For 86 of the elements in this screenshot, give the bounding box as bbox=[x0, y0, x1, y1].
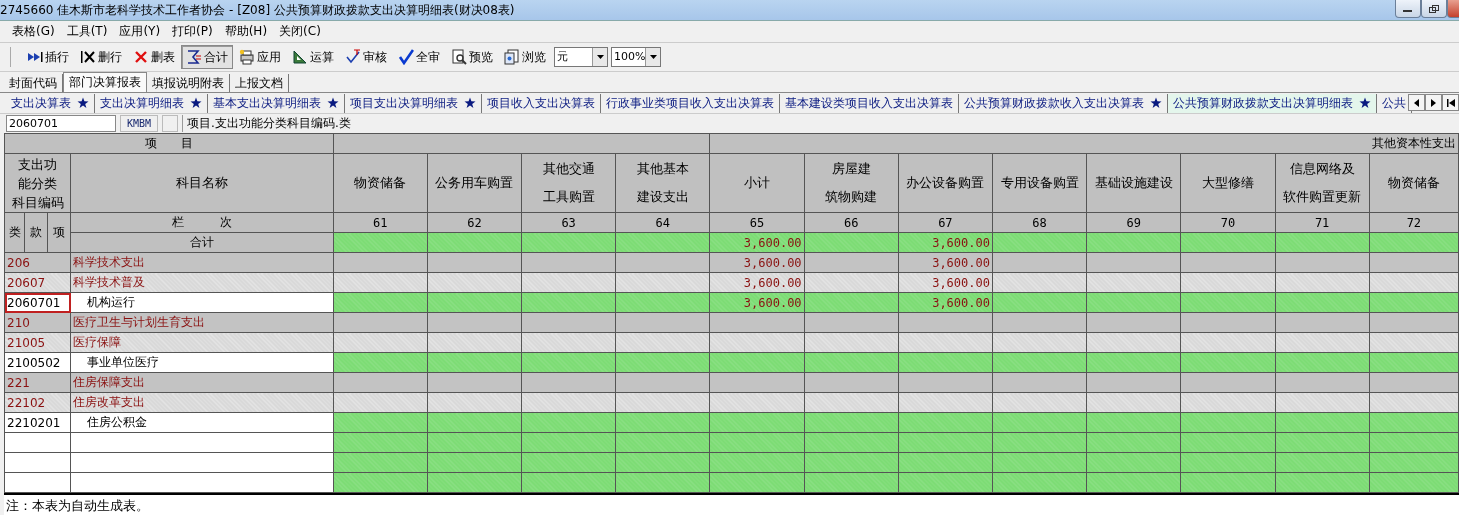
formula-box bbox=[162, 115, 179, 132]
table-cell[interactable]: 206 bbox=[4, 252, 71, 273]
cell-address-field[interactable]: 2060701 bbox=[6, 115, 116, 132]
star-icon bbox=[327, 97, 339, 109]
table-cell[interactable]: 20607 bbox=[4, 272, 71, 293]
delete-row-icon bbox=[80, 49, 96, 65]
scroll-right-button[interactable] bbox=[1425, 94, 1442, 111]
toolbar-button[interactable]: 审核 bbox=[340, 45, 392, 69]
preview-icon bbox=[451, 49, 467, 65]
close-icon bbox=[133, 49, 149, 65]
star-icon bbox=[1359, 97, 1371, 109]
column-header: 房屋建筑物购建 bbox=[804, 153, 899, 213]
toolbar-button[interactable]: 应用 bbox=[234, 45, 286, 69]
minimize-button[interactable] bbox=[1395, 0, 1421, 18]
column-header: 信息网络及软件购置更新 bbox=[1275, 153, 1370, 213]
sigma-icon bbox=[186, 49, 202, 65]
insert-row-icon bbox=[27, 49, 43, 65]
check-icon bbox=[345, 49, 361, 65]
table-cell[interactable]: 22102 bbox=[4, 392, 71, 413]
star-icon bbox=[190, 97, 202, 109]
star-icon bbox=[1150, 97, 1162, 109]
toolbar-button[interactable]: 浏览 bbox=[499, 45, 551, 69]
table-cell[interactable]: 2100502 bbox=[4, 352, 71, 373]
column-header: 大型修缮 bbox=[1180, 153, 1276, 213]
table-cell[interactable]: 210 bbox=[4, 312, 71, 333]
toolbar-button[interactable]: 删表 bbox=[128, 45, 180, 69]
column-header: 专用设备购置 bbox=[992, 153, 1087, 213]
sheet-tab[interactable]: 基本支出决算明细表 bbox=[208, 93, 345, 113]
column-header: 基础设施建设 bbox=[1086, 153, 1181, 213]
first-tab-button[interactable] bbox=[1442, 94, 1459, 111]
ruler-icon bbox=[292, 49, 308, 65]
toolbar-button[interactable]: 插行 bbox=[22, 45, 74, 69]
column-header: 办公设备购置 bbox=[898, 153, 993, 213]
table-cell[interactable]: 21005 bbox=[4, 332, 71, 353]
sheet-tab[interactable]: 行政事业类项目收入支出决算表 bbox=[601, 93, 780, 113]
document-icon bbox=[504, 49, 520, 65]
sheet-tab[interactable]: 支出决算明细表 bbox=[95, 93, 208, 113]
menu-item[interactable]: 应用(Y) bbox=[113, 23, 167, 40]
sheet-tab[interactable]: 项目支出决算明细表 bbox=[345, 93, 482, 113]
header-cell: 支出功能分类科目编码 bbox=[4, 153, 71, 213]
field-code: KMBM bbox=[120, 115, 159, 132]
caret-icon bbox=[596, 55, 604, 59]
header-cell: 科目名称 bbox=[70, 153, 334, 213]
header-cell: 项 目 bbox=[4, 133, 334, 154]
star-icon bbox=[464, 97, 476, 109]
restore-button[interactable] bbox=[1421, 0, 1447, 18]
field-description: 项目.支出功能分类科目编码.类 bbox=[182, 115, 351, 132]
scroll-left-button[interactable] bbox=[1408, 94, 1425, 111]
column-header: 小计 bbox=[709, 153, 805, 213]
table-cell[interactable]: 2060701 bbox=[4, 292, 71, 313]
right-arrow-icon bbox=[1431, 98, 1436, 107]
column-header: 物资储备 bbox=[333, 153, 428, 213]
toolbar-button[interactable]: 运算 bbox=[287, 45, 339, 69]
header-cell: 类 bbox=[4, 212, 25, 253]
window-title: 2745660 佳木斯市老科学技术工作者协会 - [Z08] 公共预算财政拨款支出决算明细表(财决08表) bbox=[0, 1, 515, 19]
note-text: 注：本表为自动生成表。 bbox=[6, 497, 149, 515]
toolbar-button[interactable]: 预览 bbox=[446, 45, 498, 69]
toolbar-button[interactable]: 删行 bbox=[75, 45, 127, 69]
table-cell[interactable]: 221 bbox=[4, 372, 71, 393]
column-header: 公务用车购置 bbox=[427, 153, 522, 213]
first-arrow-icon bbox=[1446, 98, 1455, 107]
column-header: 其他基本建设支出 bbox=[615, 153, 710, 213]
menu-item[interactable]: 打印(P) bbox=[166, 23, 219, 40]
restore-icon bbox=[1428, 3, 1440, 14]
check-icon bbox=[398, 49, 414, 65]
menu-item[interactable]: 帮助(H) bbox=[218, 23, 274, 40]
left-arrow-icon bbox=[1414, 98, 1419, 107]
sheet-tab[interactable]: 基本建设类项目收入支出决算表 bbox=[780, 93, 959, 113]
sheet-tab[interactable]: 公共预算财政拨款支出决算明细表 bbox=[1168, 93, 1377, 113]
sheet-tab[interactable]: 支出决算表 bbox=[6, 93, 95, 113]
toolbar-button[interactable]: 全审 bbox=[393, 45, 445, 69]
zoom-dropdown[interactable]: 100% bbox=[611, 47, 661, 67]
menu-item[interactable]: 表格(G) bbox=[6, 23, 61, 40]
caret-icon bbox=[649, 55, 657, 59]
menu-item[interactable]: 工具(T) bbox=[60, 23, 114, 40]
sheet-tab[interactable]: 项目收入支出决算表 bbox=[482, 93, 601, 113]
column-header: 其他交通工具购置 bbox=[521, 153, 616, 213]
table-cell[interactable]: 2210201 bbox=[4, 412, 71, 433]
header-cell: 其他资本性支出 bbox=[709, 133, 1459, 154]
tab[interactable]: 部门决算报表 bbox=[63, 72, 147, 92]
menu-item[interactable]: 关闭(C) bbox=[273, 23, 327, 40]
star-icon bbox=[77, 97, 89, 109]
column-header: 物资储备 bbox=[1369, 153, 1459, 213]
printer-icon bbox=[239, 49, 255, 65]
unit-dropdown[interactable]: 元 bbox=[554, 47, 608, 67]
toolbar-button[interactable]: 合计 bbox=[181, 45, 233, 69]
